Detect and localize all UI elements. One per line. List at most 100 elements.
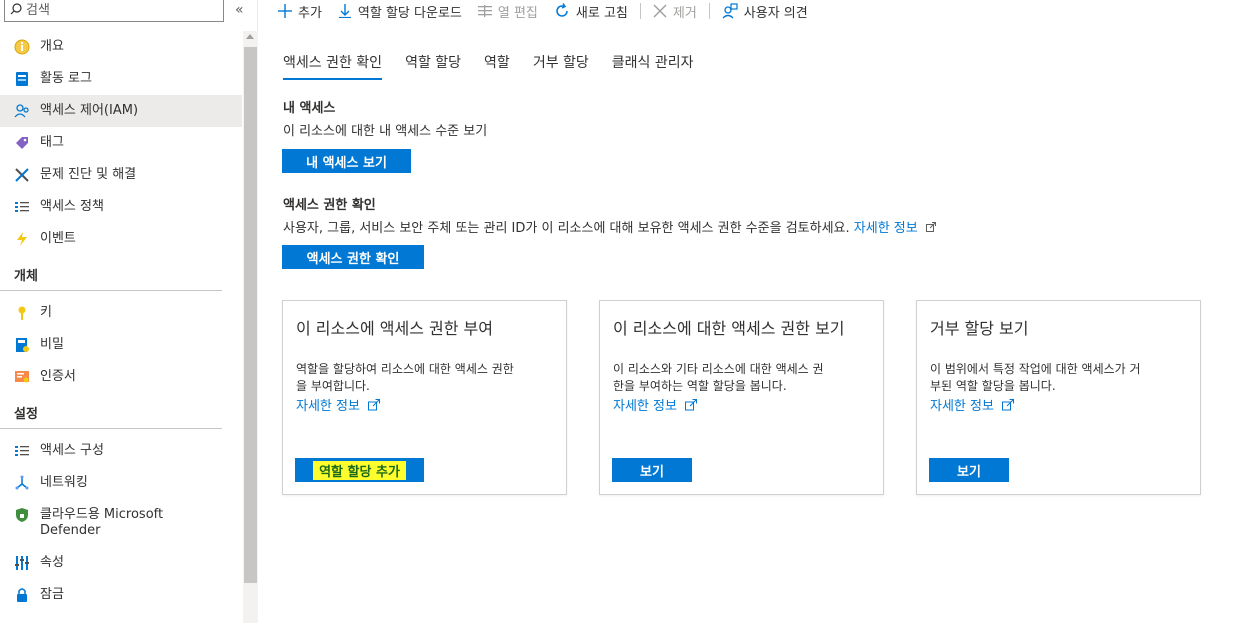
sidebar-scrollbar[interactable] [243,31,258,623]
sidebar-item-defender[interactable]: 클라우드용 Microsoft Defender [0,499,242,547]
key-icon [14,305,30,321]
check-access-button[interactable]: 액세스 권한 확인 [282,245,424,269]
card-description-line: 이 범위에서 특정 작업에 대한 액세스가 거 [930,362,1141,376]
sidebar-item-access-policy[interactable]: 액세스 정책 [0,191,242,223]
learn-more-link[interactable]: 자세한 정보 [854,221,918,236]
sidebar-item-properties[interactable]: 속성 [0,547,242,579]
check-access-section: 액세스 권한 확인 사용자, 그룹, 서비스 보안 주체 또는 관리 ID가 이… [283,194,936,236]
sidebar-item-locks[interactable]: 잠금 [0,579,242,611]
sidebar-item-events[interactable]: 이벤트 [0,223,242,255]
access-config-icon [14,443,30,459]
section-header-objects: 개체 [0,255,222,291]
view-access-card: 이 리소스에 대한 액세스 권한 보기 이 리소스와 기타 리소스에 대한 액세… [599,300,884,495]
search-icon [10,2,22,19]
card-learn-more: 자세한 정보 [296,395,381,415]
card-description-line: 부된 역할 할당을 봅니다. [930,379,1056,393]
refresh-icon [554,3,570,19]
scrollbar-thumb[interactable] [244,47,257,583]
event-icon [14,231,30,247]
sidebar-item-certificates[interactable]: 인증서 [0,361,242,393]
remove-button[interactable]: 제거 [645,0,705,22]
sidebar-item-label: 활동 로그 [40,71,92,86]
networking-icon [14,475,30,491]
search-box[interactable] [4,0,224,22]
learn-more-link[interactable]: 자세한 정보 [930,399,994,414]
feedback-label: 사용자 의견 [743,5,808,21]
tab-check-access[interactable]: 액세스 권한 확인 [283,52,383,80]
certificate-icon [14,369,30,385]
sidebar-item-keys[interactable]: 키 [0,297,242,329]
sidebar-item-overview[interactable]: 개요 [0,31,242,63]
edit-columns-label: 열 편집 [497,5,538,21]
sidebar-item-label: 액세스 정책 [40,199,104,214]
scroll-up-arrow-icon[interactable] [246,34,254,39]
sidebar-item-label: 액세스 제어(IAM) [40,103,139,118]
add-button[interactable]: 추가 [270,0,330,22]
learn-more-link[interactable]: 자세한 정보 [613,399,677,414]
sidebar-item-label: 인증서 [40,369,76,384]
sidebar-item-access-config[interactable]: 액세스 구성 [0,435,242,467]
feedback-button[interactable]: 사용자 의견 [714,0,816,22]
card-learn-more: 자세한 정보 [930,395,1015,415]
tab-classic-administrators[interactable]: 클래식 관리자 [612,52,694,80]
edit-columns-button[interactable]: 열 편집 [470,0,546,22]
tab-roles[interactable]: 역할 [484,52,510,80]
deny-assignments-card: 거부 할당 보기 이 범위에서 특정 작업에 대한 액세스가 거 부된 역할 할… [916,300,1201,495]
tab-deny-assignments[interactable]: 거부 할당 [533,52,589,80]
sidebar-menu: 개요 활동 로그 액세스 제어(IAM) 태그 문제 진단 및 해결 액세스 정… [0,31,242,611]
card-description-line: 역할을 할당하여 리소스에 대한 액세스 권한 [296,362,514,376]
plus-icon [278,4,292,18]
sidebar-item-label: 키 [40,305,52,320]
learn-more-link[interactable]: 자세한 정보 [296,399,360,414]
sidebar-item-secrets[interactable]: 비밀 [0,329,242,361]
view-button[interactable]: 보기 [929,458,1009,482]
sidebar-item-activity-log[interactable]: 활동 로그 [0,63,242,95]
tab-list: 액세스 권한 확인 역할 할당 역할 거부 할당 클래식 관리자 [283,52,717,80]
my-access-title: 내 액세스 [283,101,336,116]
sidebar-item-label: 액세스 구성 [40,443,104,458]
sidebar-item-tags[interactable]: 태그 [0,127,242,159]
close-icon [653,4,667,18]
download-icon [338,4,352,18]
download-role-assignments-button[interactable]: 역할 할당 다운로드 [330,0,470,22]
sidebar-item-label: 태그 [40,135,64,150]
search-input[interactable] [26,3,216,18]
check-access-title: 액세스 권한 확인 [283,198,376,213]
check-access-description: 사용자, 그룹, 서비스 보안 주체 또는 관리 ID가 이 리소스에 대해 보… [283,221,850,236]
card-title: 이 리소스에 액세스 권한 부여 [296,319,493,338]
sidebar-item-label: 문제 진단 및 해결 [40,167,137,182]
overview-icon [14,39,30,55]
card-description: 이 리소스와 기타 리소스에 대한 액세스 권 한을 부여하는 역할 할당을 봅… [613,361,871,395]
my-access-section: 내 액세스 이 리소스에 대한 내 액세스 수준 보기 [283,97,487,139]
add-role-assignment-button[interactable]: 역할 할당 추가 [295,458,424,482]
sidebar-item-label: 속성 [40,555,64,570]
sidebar-item-iam[interactable]: 액세스 제어(IAM) [0,95,242,127]
sidebar-item-diagnose[interactable]: 문제 진단 및 해결 [0,159,242,191]
sidebar-item-networking[interactable]: 네트워킹 [0,467,242,499]
collapse-sidebar-button[interactable]: « [235,2,244,18]
view-my-access-button[interactable]: 내 액세스 보기 [282,149,411,173]
card-description: 이 범위에서 특정 작업에 대한 액세스가 거 부된 역할 할당을 봅니다. [930,361,1188,395]
view-button[interactable]: 보기 [612,458,692,482]
card-description-line: 을 부여합니다. [296,379,370,393]
edit-columns-icon [477,5,492,17]
sidebar: « 개요 활동 로그 액세스 제어(IAM) 태그 문제 진단 및 해결 [0,0,258,623]
highlighted-label: 역할 할당 추가 [313,460,406,480]
check-access-description-row: 사용자, 그룹, 서비스 보안 주체 또는 관리 ID가 이 리소스에 대해 보… [283,217,936,236]
lock-icon [14,587,30,603]
sidebar-item-label: 이벤트 [40,231,76,246]
defender-icon [14,507,30,523]
properties-icon [14,555,30,571]
sidebar-item-label: 잠금 [40,587,64,602]
external-link-icon [368,398,381,415]
diagnose-icon [14,167,30,183]
toolbar-separator [639,3,641,19]
external-link-icon [1002,398,1015,415]
access-policy-icon [14,199,30,215]
refresh-button[interactable]: 새로 고침 [546,0,636,22]
add-label: 추가 [298,5,322,21]
my-access-description: 이 리소스에 대한 내 액세스 수준 보기 [283,124,488,139]
command-bar: 추가 역할 할당 다운로드 열 편집 새로 고침 제거 사용자 의견 [270,0,816,22]
sidebar-item-label: 네트워킹 [40,475,88,490]
tab-role-assignments[interactable]: 역할 할당 [405,52,461,80]
